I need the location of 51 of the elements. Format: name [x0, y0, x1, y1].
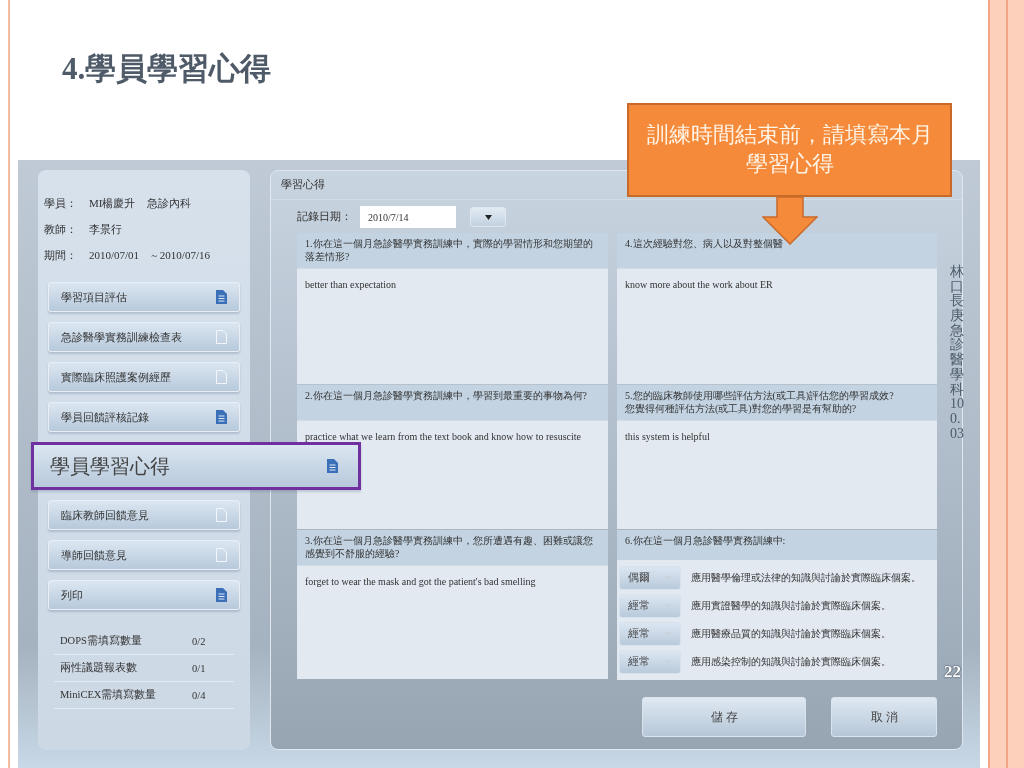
save-button[interactable]: 儲 存	[642, 697, 806, 737]
question-text: 5.您的臨床教師使用哪些評估方法(或工具)評估您的學習成效? 您覺得何種評估方法(或工具)對您的學習是有幫助的?	[617, 385, 937, 420]
side-label: 林口長庚急診醫學科100.03	[950, 265, 964, 442]
dropdown-button[interactable]	[470, 207, 506, 227]
rating-statement: 應用感染控制的知識與討論於實際臨床個案。	[691, 655, 891, 669]
question-text: 4.這次經驗對您、病人以及對整個醫	[617, 233, 937, 268]
answer-box[interactable]: know more about the work about ER	[617, 268, 937, 384]
info-label: 期間：	[44, 247, 77, 263]
date-field[interactable]: 2010/7/14	[360, 206, 456, 228]
info-label: 學員：	[44, 195, 77, 211]
frequency-select[interactable]: 經常	[619, 594, 681, 618]
rating-statement: 應用實證醫學的知識與討論於實際臨床個案。	[691, 599, 891, 613]
caret-icon	[484, 214, 492, 220]
answer-box[interactable]: better than expectation	[297, 268, 608, 384]
question-text: 6.你在這一個月急診醫學實務訓練中:	[617, 530, 937, 560]
nav-item[interactable]: 臨床教師回饋意見	[48, 500, 240, 530]
nav-item[interactable]: 導師回饋意見	[48, 540, 240, 570]
info-value: ~ 2010/07/16	[151, 249, 210, 261]
date-label: 記錄日期：	[297, 210, 352, 224]
nav-item[interactable]: 學習項目評估	[48, 282, 240, 312]
nav-item[interactable]: 學員回饋評核記錄	[48, 402, 240, 432]
info-value: 2010/07/01	[89, 249, 140, 261]
answer-box[interactable]: forget to wear the mask and got the patient's bad smelling	[297, 565, 608, 679]
frequency-select[interactable]: 經常	[619, 650, 681, 674]
count-label: 兩性議題報表數	[60, 661, 138, 675]
info-label: 教師：	[44, 221, 77, 237]
count-label: DOPS需填寫數量	[60, 634, 143, 648]
cancel-button[interactable]: 取 消	[831, 697, 937, 737]
count-value: 0/2	[192, 635, 206, 647]
info-value: 急診內科	[147, 195, 192, 211]
callout: 訓練時間結束前，請填寫本月學習心得	[627, 103, 952, 197]
question-text: 2.你在這一個月急診醫學實務訓練中，學習到最重要的事物為何?	[297, 385, 608, 420]
question-text: 3.你在這一個月急診醫學實務訓練中，您所遭遇有趣、困難或讓您感覺到不舒服的經驗?	[297, 530, 608, 565]
count-value: 0/4	[192, 689, 206, 701]
highlighted-nav-item[interactable]: 學員學習心得	[31, 442, 361, 490]
question-text: 1.你在這一個月急診醫學實務訓練中，實際的學習情形和您期望的落差情形?	[297, 233, 608, 268]
frequency-select[interactable]: 經常	[619, 622, 681, 646]
answer-box[interactable]: practice what we learn from the text book and know how to resuscite	[297, 420, 608, 529]
rating-statement: 應用醫療品質的知識與討論於實際臨床個案。	[691, 627, 891, 641]
frequency-select[interactable]: 偶爾	[619, 566, 681, 590]
info-value: MI楊慶升	[89, 195, 136, 211]
nav-item[interactable]: 實際臨床照護案例經歷	[48, 362, 240, 392]
answer-box[interactable]: this system is helpful	[617, 420, 937, 529]
page-number: 22	[944, 662, 961, 682]
slide-title: 4.學員學習心得	[62, 50, 272, 88]
nav-item[interactable]: 急診醫學實務訓練檢查表	[48, 322, 240, 352]
info-value: 李景行	[89, 221, 122, 237]
count-label: MiniCEX需填寫數量	[60, 688, 158, 702]
count-value: 0/1	[192, 662, 206, 674]
rating-statement: 應用醫學倫理或法律的知識與討論於實際臨床個案。	[691, 571, 921, 585]
nav-item[interactable]: 列印	[48, 580, 240, 610]
